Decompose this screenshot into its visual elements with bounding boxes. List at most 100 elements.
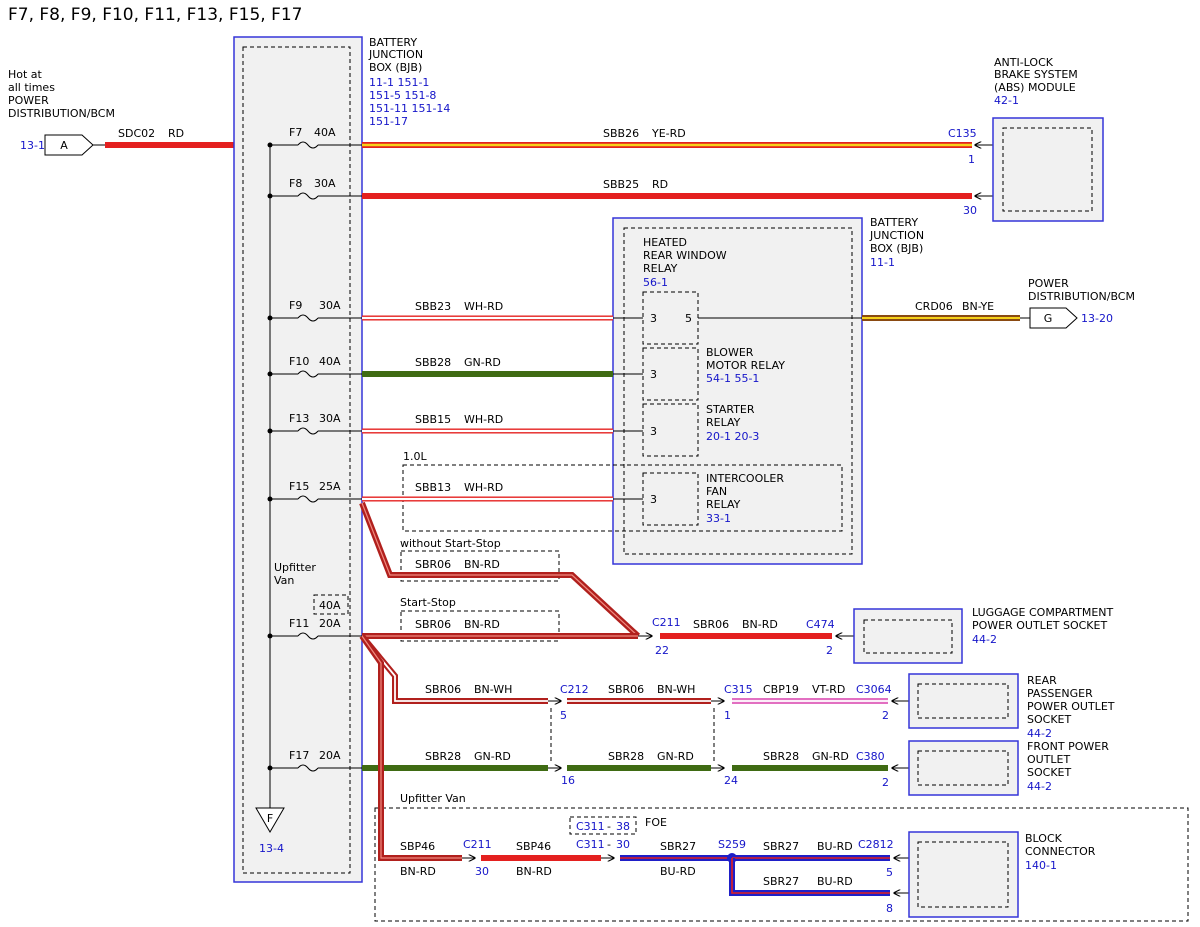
- abs-ref: 42-1: [994, 94, 1019, 107]
- start-stop-wire-name: SBR06: [415, 618, 451, 631]
- wire-sbr28-3-color: GN-RD: [812, 750, 849, 763]
- wire-cbp19-name: CBP19: [763, 683, 799, 696]
- block-pin-5: 5: [886, 866, 893, 879]
- fuse-f17-rating: 20A: [319, 749, 341, 762]
- wire-sbp46-1-name: SBP46: [400, 840, 435, 853]
- wire-crd06-name: CRD06: [915, 300, 953, 313]
- wire-sdc02-name: SDC02: [118, 127, 155, 140]
- wire-sbb13-color: WH-RD: [464, 481, 503, 494]
- relay-blower-line-2: MOTOR RELAY: [706, 359, 785, 372]
- block-c2812: C2812: [858, 838, 894, 851]
- block-line-1: BLOCK: [1025, 832, 1063, 845]
- relay-starter-pin-in: 3: [650, 425, 657, 438]
- upfitter-line-1: Upfitter: [274, 561, 316, 574]
- fuse-f15-rating: 25A: [319, 480, 341, 493]
- wire-sbb26-color: YE-RD: [651, 127, 686, 140]
- rear-line-1: REAR: [1027, 674, 1057, 687]
- abs-pin-1: 1: [968, 153, 975, 166]
- wire-sbb23-color: WH-RD: [464, 300, 503, 313]
- bjb-left-line-3: BOX (BJB): [369, 61, 422, 74]
- wire-sbr06-bn-wh-2-color: BN-WH: [657, 683, 695, 696]
- wire-sbr28-3-name: SBR28: [763, 750, 799, 763]
- block-c311-alt: C311: [576, 820, 605, 833]
- relay-starter-ref: 20-1 20-3: [706, 430, 759, 443]
- fuse-f9-rating: 30A: [319, 299, 341, 312]
- luggage-outlet: C211 22 SBR06 BN-RD C474 2 LUGGAGE COMPA…: [652, 606, 1113, 664]
- wire-sbp46-2-color: BN-RD: [516, 865, 552, 878]
- bjb-right-line-2: JUNCTION: [869, 229, 924, 242]
- wire-sbb25-color: RD: [652, 178, 668, 191]
- rear-line-2: PASSENGER: [1027, 687, 1093, 700]
- luggage-c211: C211: [652, 616, 681, 629]
- wire-sbb25-name: SBB25: [603, 178, 639, 191]
- rear-c3064: C3064: [856, 683, 892, 696]
- fuse-f10-name: F10: [289, 355, 309, 368]
- luggage-pin-22: 22: [655, 644, 669, 657]
- wire-sbp46-1: [359, 634, 462, 861]
- front-pin-2: 2: [882, 776, 889, 789]
- source-line-1: Hot at: [8, 68, 43, 81]
- fuse-f13-name: F13: [289, 412, 309, 425]
- wire-sbb23-name: SBB23: [415, 300, 451, 313]
- wire-sbr27-3-color: BU-RD: [817, 875, 853, 888]
- bjb-right-line-3: BOX (BJB): [870, 242, 923, 255]
- bjb-left-line-2: JUNCTION: [368, 48, 423, 61]
- diagram-title: F7, F8, F9, F10, F11, F13, F15, F17: [8, 5, 303, 25]
- start-stop-wire-color: BN-RD: [464, 618, 500, 631]
- wire-sdc02-color: RD: [168, 127, 184, 140]
- dash-sep-1: -: [607, 820, 611, 833]
- splice-s259-label: S259: [718, 838, 746, 851]
- wire-sbr27-1-color: BU-RD: [660, 865, 696, 878]
- relay-heated-ref: 56-1: [643, 276, 668, 289]
- fuse-f15-name: F15: [289, 480, 309, 493]
- bjb-right: BATTERY JUNCTION BOX (BJB) 11-1 HEATED R…: [402, 216, 924, 565]
- ground-label: F: [267, 812, 273, 825]
- rear-outlet-box: [908, 673, 1019, 729]
- relay-heated-line-1: HEATED: [643, 236, 687, 249]
- wire-sbr28-2-color: GN-RD: [657, 750, 694, 763]
- front-outlet-box: [908, 740, 1019, 796]
- relay-intercooler-line-1: INTERCOOLER: [706, 472, 784, 485]
- luggage-pin-2: 2: [826, 644, 833, 657]
- abs-line-2: BRAKE SYSTEM: [994, 68, 1078, 81]
- fuse-f13-rating: 30A: [319, 412, 341, 425]
- wire-cbp19-color: VT-RD: [812, 683, 845, 696]
- relay-intercooler-line-3: RELAY: [706, 498, 741, 511]
- wire-sbr28-1-color: GN-RD: [474, 750, 511, 763]
- wire-sbr06-luggage-name: SBR06: [693, 618, 729, 631]
- bjb-left-ref-3: 151-11 151-14: [369, 102, 450, 115]
- front-pin-24: 24: [724, 774, 738, 787]
- wire-sbb26-name: SBB26: [603, 127, 639, 140]
- luggage-line-2: POWER OUTLET SOCKET: [972, 619, 1107, 632]
- source-line-3: POWER: [8, 94, 49, 107]
- block-ref: 140-1: [1025, 859, 1057, 872]
- relay-blower-ref: 54-1 55-1: [706, 372, 759, 385]
- luggage-line-1: LUGGAGE COMPARTMENT: [972, 606, 1113, 619]
- rear-pin-1: 1: [724, 709, 731, 722]
- fuse-f7-rating: 40A: [314, 126, 336, 139]
- start-stop-options: without Start-Stop SBR06 BN-RD Start-Sto…: [359, 501, 652, 642]
- relay-blower-pin-in: 3: [650, 368, 657, 381]
- relay-intercooler-pin-in: 3: [650, 493, 657, 506]
- dash-sep-2: -: [607, 838, 611, 851]
- bjb-left-ref-4: 151-17: [369, 115, 408, 128]
- relay-starter-line-1: STARTER: [706, 403, 755, 416]
- fuse-f11-rating: 20A: [319, 617, 341, 630]
- wire-sbr27-1-name: SBR27: [660, 840, 696, 853]
- abs-connector: C135: [948, 127, 977, 140]
- abs-line-3: (ABS) MODULE: [994, 81, 1076, 94]
- block-c311: C311: [576, 838, 605, 851]
- wire-sbr06-bn-wh-2-name: SBR06: [608, 683, 644, 696]
- connector-a-symbol: [44, 134, 94, 156]
- wire-sbr28-2-name: SBR28: [608, 750, 644, 763]
- rear-c315: C315: [724, 683, 753, 696]
- relay-heated-pin-in: 3: [650, 312, 657, 325]
- luggage-box: [853, 608, 963, 664]
- upfitter-van-label: Upfitter Van: [400, 792, 466, 805]
- wire-sbr28-1-name: SBR28: [425, 750, 461, 763]
- wire-sbr27-3-name: SBR27: [763, 875, 799, 888]
- relay-heated-line-2: REAR WINDOW: [643, 249, 727, 262]
- upfitter-van-box: [374, 807, 1189, 922]
- wire-sbb15-color: WH-RD: [464, 413, 503, 426]
- bjb-left-ref-2: 151-5 151-8: [369, 89, 436, 102]
